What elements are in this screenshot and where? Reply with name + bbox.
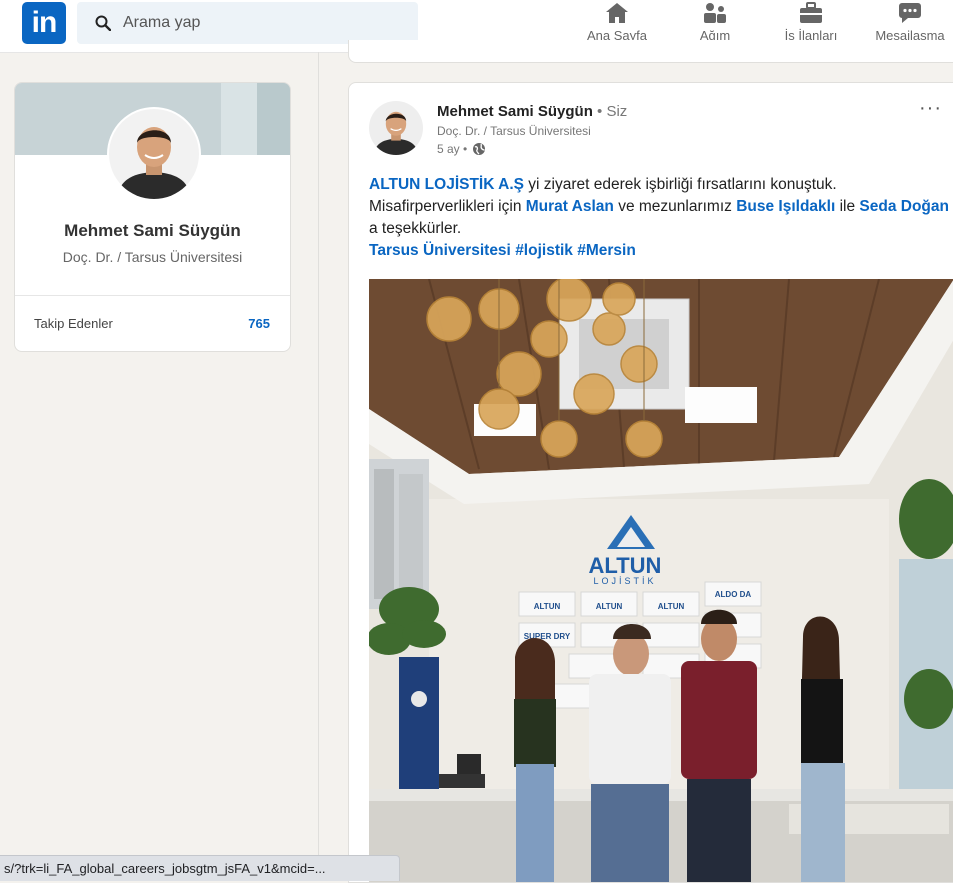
mention-link[interactable]: ALTUN LOJİSTİK A.Ş <box>369 176 524 193</box>
profile-headline: Doç. Dr. / Tarsus Üniversitesi <box>62 249 243 265</box>
mention-link[interactable]: Seda Doğan <box>859 198 949 215</box>
brand-badge: ALTUN <box>658 602 685 611</box>
followers-count[interactable]: 765 <box>248 316 270 331</box>
browser-status-url: s/?trk=li_FA_global_careers_jobsgtm_jsFA… <box>0 855 400 881</box>
profile-card: Mehmet Sami Süygün Doç. Dr. / Tarsus Üni… <box>14 82 291 352</box>
post-author-suffix: Siz <box>606 103 628 120</box>
post-meta: 5 ay • <box>437 142 486 156</box>
previous-card-edge <box>348 40 953 63</box>
mention-link[interactable]: Buse Işıldaklı <box>736 198 835 215</box>
post-author-headline: Doç. Dr. / Tarsus Üniversitesi <box>437 124 591 138</box>
followers-label[interactable]: Takip Edenler <box>34 316 113 331</box>
person-photo-icon <box>109 109 199 199</box>
profile-avatar[interactable] <box>107 107 201 201</box>
search-icon <box>95 15 111 31</box>
brand-badge: ALDO DA <box>715 590 752 599</box>
post-card: Mehmet Sami Süygün • Siz Doç. Dr. / Tars… <box>348 82 953 883</box>
post-text: ALTUN LOJİSTİK A.Ş yi ziyaret ederek işb… <box>369 176 949 259</box>
column-divider <box>318 52 319 881</box>
search-input[interactable] <box>121 13 405 33</box>
post-author-name[interactable]: Mehmet Sami Süygün • Siz <box>437 103 627 120</box>
card-divider <box>15 295 290 296</box>
post-time: 5 ay <box>437 142 460 156</box>
briefcase-icon <box>800 2 822 23</box>
lojistik-sign: LOJİSTİK <box>593 576 656 586</box>
hashtag-link[interactable]: #Mersin <box>577 242 636 259</box>
post-author-avatar[interactable] <box>369 101 423 155</box>
post-more-button[interactable]: ··· <box>919 97 942 120</box>
home-icon <box>606 3 628 23</box>
search-bar[interactable] <box>77 2 418 44</box>
office-photo: ALTUN LOJİSTİK ALTUN ALTUN ALTUN ALDO DA… <box>369 279 953 882</box>
altun-sign: ALTUN <box>589 553 662 578</box>
network-icon <box>704 3 726 23</box>
globe-icon <box>473 143 486 155</box>
post-image[interactable]: ALTUN LOJİSTİK ALTUN ALTUN ALTUN ALDO DA… <box>369 279 953 882</box>
person-photo-icon <box>369 101 423 155</box>
person-figure <box>801 616 845 882</box>
post-author-name-text: Mehmet Sami Süygün <box>437 103 593 120</box>
brand-badge: ALTUN <box>596 602 623 611</box>
person-figure <box>514 637 556 882</box>
hashtag-link[interactable]: #lojistik <box>515 242 573 259</box>
messaging-icon <box>899 3 921 23</box>
brand-badge: ALTUN <box>534 602 561 611</box>
profile-name[interactable]: Mehmet Sami Süygün <box>15 221 290 241</box>
mention-link[interactable]: Murat Aslan <box>526 198 614 215</box>
mention-link[interactable]: Tarsus Üniversitesi <box>369 242 511 259</box>
linkedin-logo[interactable]: in <box>22 2 66 44</box>
